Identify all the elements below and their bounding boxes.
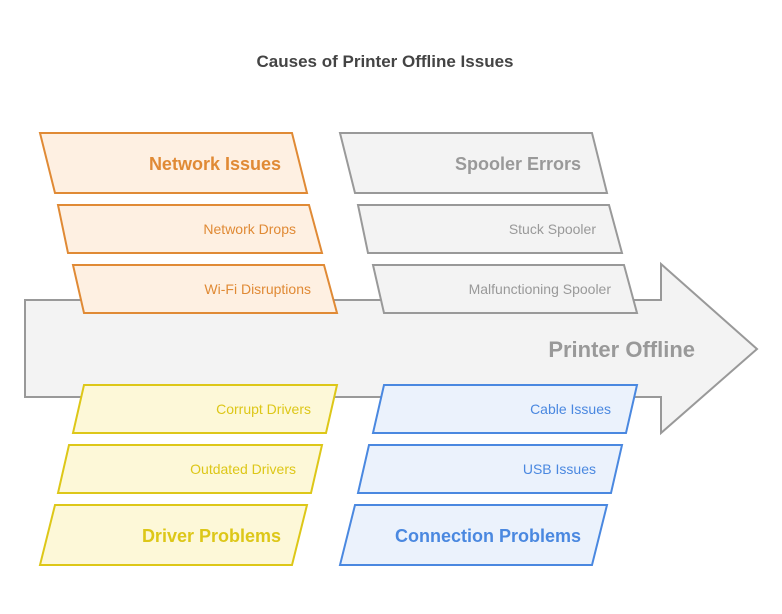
cause-label: Stuck Spooler — [509, 221, 596, 237]
fishbone-diagram: Causes of Printer Offline Issues Network… — [24, 52, 759, 566]
cause-label: Outdated Drivers — [190, 461, 296, 477]
category-network-issues: Network Issues Network Drops Wi-Fi Disru… — [38, 132, 339, 314]
cause-label: Network Drops — [203, 221, 296, 237]
category-label: Network Issues — [149, 154, 281, 174]
category-label: Spooler Errors — [455, 154, 581, 174]
effect-label: Printer Offline — [548, 337, 695, 362]
cause-label: Cable Issues — [530, 401, 611, 417]
cause-label: Wi-Fi Disruptions — [204, 281, 311, 297]
cause-label: USB Issues — [523, 461, 596, 477]
category-spooler-errors: Spooler Errors Stuck Spooler Malfunction… — [338, 132, 639, 314]
category-driver-problems: Corrupt Drivers Outdated Drivers Driver … — [38, 384, 339, 566]
diagram-title: Causes of Printer Offline Issues — [257, 52, 514, 71]
category-connection-problems: Cable Issues USB Issues Connection Probl… — [338, 384, 639, 566]
cause-label: Malfunctioning Spooler — [469, 281, 612, 297]
category-label: Connection Problems — [395, 526, 581, 546]
category-label: Driver Problems — [142, 526, 281, 546]
cause-label: Corrupt Drivers — [216, 401, 311, 417]
